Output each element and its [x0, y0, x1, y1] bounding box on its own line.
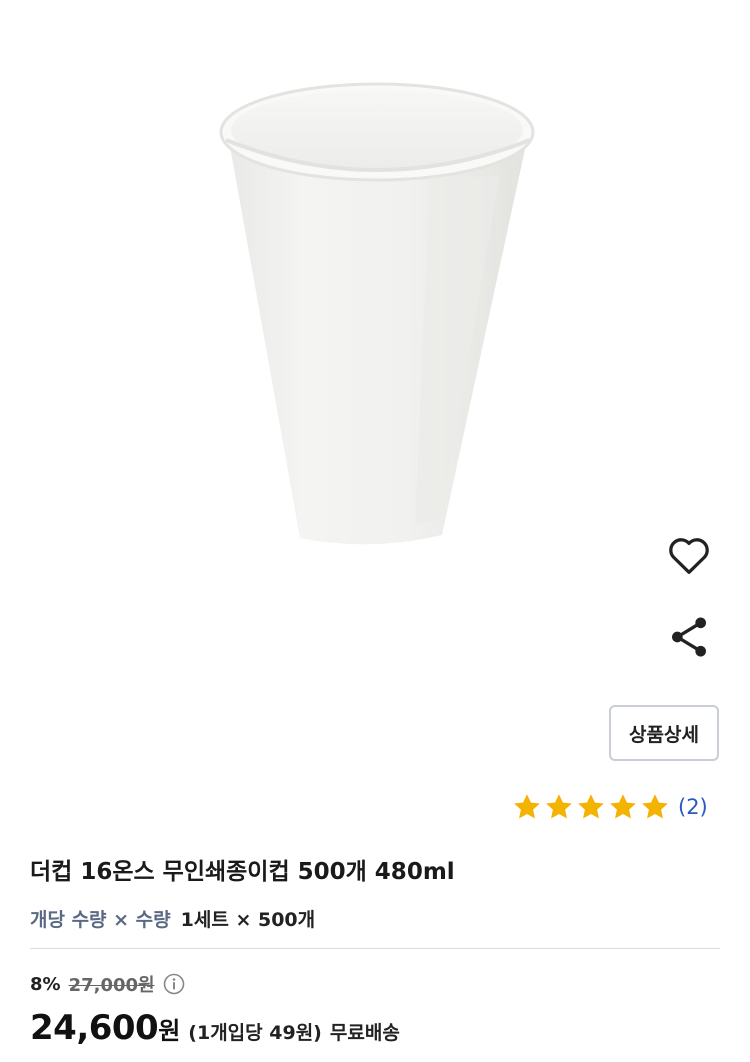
quantity-value: 1세트 × 500개 [180, 909, 316, 931]
product-title: 더컵 16온스 무인쇄종이컵 500개 480ml [30, 859, 455, 885]
star-icon [514, 794, 540, 819]
price-currency: 원 [158, 1017, 181, 1045]
review-count[interactable]: (2) [678, 795, 708, 819]
star-icon [546, 794, 572, 819]
favorite-button[interactable] [664, 530, 714, 580]
product-detail-button[interactable]: 상품상세 [609, 705, 719, 761]
product-image[interactable] [0, 0, 750, 790]
shipping-info: 무료배송 [329, 1022, 400, 1044]
share-button[interactable] [664, 612, 714, 662]
star-icon [610, 794, 636, 819]
original-price: 27,000원 [68, 975, 155, 996]
price-line: 24,600 원 (1개입당 49원) 무료배송 [30, 1008, 400, 1048]
quantity-label: 개당 수량 × 수량 [30, 909, 171, 931]
paper-cup-image [219, 82, 535, 545]
unit-price: (1개입당 49원) [188, 1022, 322, 1044]
info-icon[interactable] [163, 973, 185, 995]
sale-price: 24,600 [30, 1008, 159, 1048]
star-icon [578, 794, 604, 819]
rating-stars [512, 792, 672, 822]
heart-outline-icon [669, 538, 709, 574]
discount-line: 8% 27,000원 [30, 970, 185, 998]
star-icon [642, 794, 668, 819]
share-icon [672, 617, 706, 657]
rating[interactable]: (2) [512, 790, 708, 824]
quantity-info: 개당 수량 × 수량 1세트 × 500개 [30, 905, 315, 932]
divider [30, 948, 720, 949]
discount-rate: 8% [30, 973, 61, 995]
